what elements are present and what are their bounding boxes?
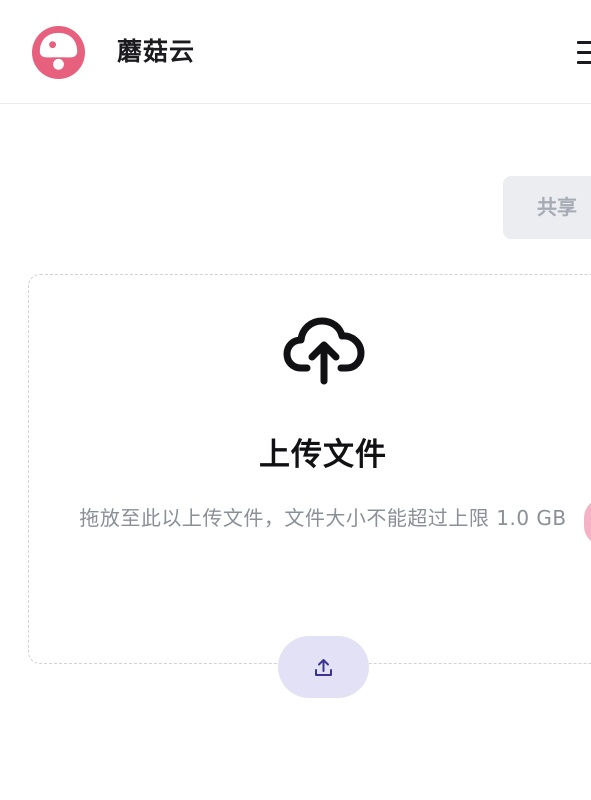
app-title: 蘑菇云 bbox=[117, 37, 196, 66]
mushroom-logo[interactable] bbox=[31, 25, 86, 80]
upload-icon bbox=[315, 659, 332, 676]
cloud-upload-icon bbox=[280, 312, 368, 388]
top-bar: 蘑菇云 bbox=[0, 0, 591, 104]
hamburger-menu-icon[interactable] bbox=[574, 38, 591, 68]
upload-button[interactable] bbox=[278, 636, 369, 698]
upload-description: 拖放至此以上传文件，文件大小不能超过上限 1.0 GB bbox=[79, 506, 567, 530]
upload-title: 上传文件 bbox=[259, 437, 387, 473]
mushroom-logo-icon bbox=[31, 25, 86, 80]
share-button[interactable]: 共享 bbox=[503, 176, 591, 239]
page: 蘑菇云 共享 上传文件 拖放至此以上传文件，文件大小不能超过上限 1.0 GB bbox=[0, 0, 591, 800]
